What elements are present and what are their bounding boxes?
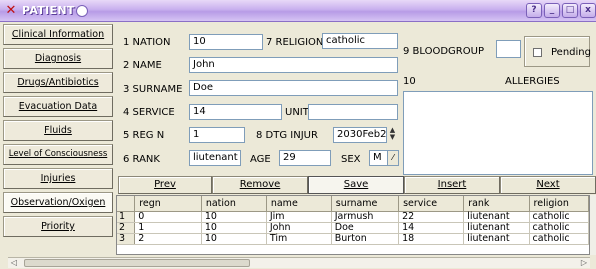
- app-icon: ✕: [5, 3, 17, 18]
- surname-label: 3 SURNAME: [123, 84, 183, 95]
- scrollbar-thumb[interactable]: [24, 259, 250, 267]
- rank-field[interactable]: liutenant: [189, 150, 241, 166]
- regn-field[interactable]: 1: [189, 127, 245, 143]
- cell-regn[interactable]: 2: [134, 233, 202, 245]
- cell-surname[interactable]: Doe: [331, 222, 400, 234]
- insert-button[interactable]: Insert: [404, 176, 500, 194]
- sidebar-item-injuries[interactable]: Injuries: [3, 168, 113, 189]
- sex-select-value: M: [373, 152, 382, 163]
- cell-religion[interactable]: catholic: [529, 211, 589, 223]
- column-header-surname[interactable]: surname: [331, 196, 400, 212]
- cell-service[interactable]: 14: [398, 222, 465, 234]
- cell-service[interactable]: 18: [398, 233, 465, 245]
- service-label: 4 SERVICE: [123, 107, 175, 118]
- sidebar-item-clinical-information[interactable]: Clinical Information: [3, 24, 113, 45]
- allergies-number: 10: [403, 76, 416, 87]
- title-bar[interactable]: ✕ PATIENT ? _ □ x: [0, 0, 596, 22]
- column-header-nation[interactable]: nation: [201, 196, 267, 212]
- pending-checkbox-group[interactable]: Pending: [524, 36, 591, 67]
- dtg-injur-label: 8 DTG INJUR: [256, 130, 318, 141]
- sidebar-item-priority[interactable]: Priority: [3, 216, 113, 237]
- sex-select[interactable]: M ⁄: [369, 150, 399, 166]
- cell-service[interactable]: 22: [398, 211, 465, 223]
- table-vertical-scrollbar[interactable]: [590, 195, 596, 255]
- cell-surname[interactable]: Jarmush: [331, 211, 400, 223]
- dtg-injur-field[interactable]: 2030Feb2: [333, 127, 387, 143]
- sidebar-item-level-of-consciousness[interactable]: Level of Consciousness: [3, 144, 113, 165]
- age-field[interactable]: 29: [279, 150, 331, 166]
- allergies-textarea[interactable]: [403, 91, 593, 175]
- unit-field[interactable]: [308, 104, 398, 120]
- cell-religion[interactable]: catholic: [529, 222, 589, 234]
- cell-nation[interactable]: 10: [201, 211, 267, 223]
- allergies-label: ALLERGIES: [505, 76, 560, 87]
- cell-nation[interactable]: 10: [201, 222, 267, 234]
- service-field[interactable]: 14: [189, 104, 282, 120]
- nation-label: 1 NATION: [123, 37, 171, 48]
- window-title: PATIENT: [22, 4, 75, 17]
- pending-label: Pending: [551, 47, 591, 58]
- table-row[interactable]: 2 1 10 John Doe 14 liutenant catholic: [117, 222, 589, 234]
- cell-rank[interactable]: liutenant: [463, 233, 530, 245]
- next-button[interactable]: Next: [500, 176, 596, 194]
- row-number-header: [117, 196, 136, 212]
- name-label: 2 NAME: [123, 60, 162, 71]
- row-number: 2: [117, 222, 136, 234]
- action-bar: Prev Remove Save Insert Next: [118, 176, 596, 194]
- cell-regn[interactable]: 0: [134, 211, 202, 223]
- cell-religion[interactable]: catholic: [529, 233, 589, 245]
- column-header-service[interactable]: service: [398, 196, 465, 212]
- minimize-button[interactable]: _: [544, 3, 560, 18]
- cell-rank[interactable]: liutenant: [463, 211, 530, 223]
- row-number: 3: [117, 233, 136, 245]
- sidebar-item-fluids[interactable]: Fluids: [3, 120, 113, 141]
- sidebar-item-evacuation-data[interactable]: Evacuation Data: [3, 96, 113, 117]
- cell-name[interactable]: Jim: [266, 211, 332, 223]
- remove-button[interactable]: Remove: [212, 176, 308, 194]
- sex-label: SEX: [341, 154, 361, 165]
- sidebar-item-drugs-antibiotics[interactable]: Drugs/Antibiotics: [3, 72, 113, 93]
- cell-nation[interactable]: 10: [201, 233, 267, 245]
- rank-label: 6 RANK: [123, 154, 160, 165]
- save-button[interactable]: Save: [308, 176, 404, 194]
- cell-surname[interactable]: Burton: [331, 233, 400, 245]
- name-field[interactable]: John: [189, 57, 398, 73]
- chevron-down-icon[interactable]: ⁄: [387, 151, 398, 165]
- row-number: 1: [117, 211, 136, 223]
- sidebar: Clinical Information Diagnosis Drugs/Ant…: [0, 24, 116, 240]
- rollup-icon[interactable]: [76, 5, 88, 17]
- sidebar-item-observation-oxigen[interactable]: Observation/Oxigen: [3, 192, 113, 213]
- table-header: regn nation name surname service rank re…: [117, 196, 589, 212]
- records-table[interactable]: regn nation name surname service rank re…: [116, 195, 590, 255]
- help-button[interactable]: ?: [526, 3, 542, 18]
- nation-field[interactable]: 10: [189, 34, 263, 50]
- surname-field[interactable]: Doe: [189, 80, 398, 96]
- age-label: AGE: [250, 154, 271, 165]
- column-header-regn[interactable]: regn: [134, 196, 202, 212]
- horizontal-scrollbar[interactable]: ◁ ▷: [8, 257, 590, 268]
- sidebar-item-diagnosis[interactable]: Diagnosis: [3, 48, 113, 69]
- cell-name[interactable]: John: [266, 222, 332, 234]
- scroll-left-icon[interactable]: ◁: [8, 258, 20, 268]
- close-button[interactable]: x: [580, 3, 596, 18]
- bloodgroup-label: 9 BLOODGROUP: [403, 46, 484, 57]
- cell-name[interactable]: Tim: [266, 233, 332, 245]
- column-header-name[interactable]: name: [266, 196, 332, 212]
- cell-regn[interactable]: 1: [134, 222, 202, 234]
- table-row[interactable]: 1 0 10 Jim Jarmush 22 liutenant catholic: [117, 211, 589, 223]
- religion-field[interactable]: catholic: [322, 33, 398, 49]
- cell-rank[interactable]: liutenant: [463, 222, 530, 234]
- unit-label: UNIT: [285, 107, 309, 118]
- pending-checkbox[interactable]: [533, 48, 542, 57]
- maximize-button[interactable]: □: [562, 3, 578, 18]
- column-header-religion[interactable]: religion: [529, 196, 589, 212]
- religion-label: 7 RELIGION: [266, 37, 324, 48]
- prev-button[interactable]: Prev: [118, 176, 212, 194]
- scroll-right-icon[interactable]: ▷: [578, 258, 590, 268]
- regn-label: 5 REG N: [123, 130, 165, 141]
- table-row[interactable]: 3 2 10 Tim Burton 18 liutenant catholic: [117, 233, 589, 245]
- dtg-spinner-icon[interactable]: ▲ ▼: [387, 127, 398, 143]
- column-header-rank[interactable]: rank: [463, 196, 530, 212]
- bloodgroup-field[interactable]: [496, 40, 521, 58]
